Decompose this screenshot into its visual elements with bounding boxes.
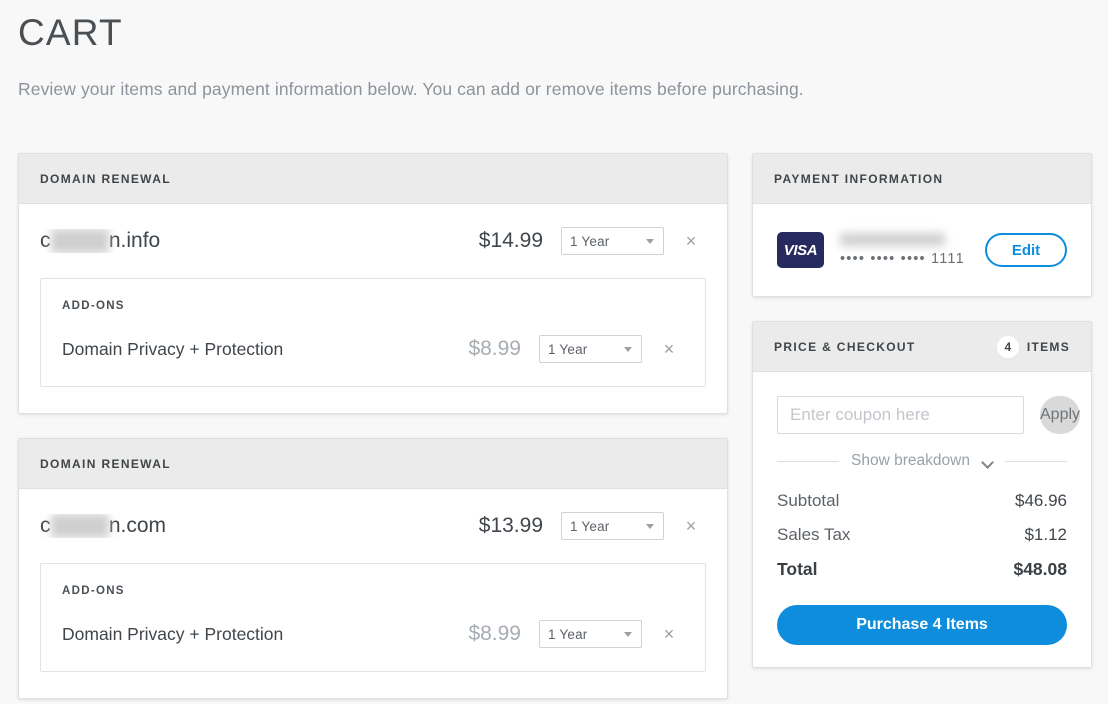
chevron-down-icon (624, 347, 632, 352)
purchase-button[interactable]: Purchase 4 Items (777, 605, 1067, 645)
addon-price: $8.99 (468, 337, 521, 360)
payment-header: PAYMENT INFORMATION (753, 154, 1091, 204)
chevron-down-icon (646, 524, 654, 529)
card-number-masked: •••• •••• •••• 1111 (840, 251, 965, 267)
addon-term-value: 1 Year (548, 626, 588, 642)
cart-item-header: DOMAIN RENEWAL (19, 439, 727, 489)
domain-price: $14.99 (478, 229, 543, 252)
items-count-value: 4 (996, 335, 1019, 358)
domain-name: c n.info (40, 229, 479, 253)
total-value: $48.08 (1013, 559, 1067, 579)
items-badge: 4 ITEMS (996, 335, 1070, 358)
remove-domain-button[interactable]: × (676, 226, 706, 256)
page-subtitle: Review your items and payment informatio… (18, 79, 804, 99)
breakdown-divider-right (1004, 460, 1068, 462)
cart-item-body: c n.com $13.99 1 Year × ADD-ONS Domain P… (19, 489, 727, 672)
domain-row: c n.info $14.99 1 Year × (40, 204, 706, 278)
subtotal-label: Subtotal (777, 491, 840, 510)
close-icon: × (663, 624, 675, 644)
cart-item-card: DOMAIN RENEWAL c n.com $13.99 1 Year × A… (18, 438, 728, 699)
payment-information-card: PAYMENT INFORMATION VISA •••• •••• •••• … (752, 153, 1092, 297)
page-title: CART (18, 12, 123, 53)
coupon-input[interactable] (777, 396, 1024, 434)
close-icon: × (685, 231, 697, 251)
total-row: Total $48.08 (777, 552, 1067, 587)
checkout-header: PRICE & CHECKOUT 4 ITEMS (753, 322, 1091, 372)
domain-name-redacted (50, 229, 109, 253)
remove-addon-button[interactable]: × (654, 619, 684, 649)
cart-item-body: c n.info $14.99 1 Year × ADD-ONS Domain … (19, 204, 727, 387)
edit-payment-button[interactable]: Edit (985, 233, 1067, 267)
cart-items-column: DOMAIN RENEWAL c n.info $14.99 1 Year × (18, 153, 728, 699)
show-breakdown-label: Show breakdown (851, 452, 970, 469)
card-holder-name-redacted (840, 233, 945, 246)
domain-name-prefix: c (40, 514, 51, 537)
domain-name-redacted (50, 514, 109, 538)
domain-name-suffix: n.info (108, 229, 161, 252)
visa-logo-text: VISA (783, 241, 818, 259)
addons-box: ADD-ONS Domain Privacy + Protection $8.9… (40, 278, 706, 387)
domain-name: c n.com (40, 514, 479, 538)
addons-label: ADD-ONS (62, 585, 125, 597)
domain-term-value: 1 Year (570, 518, 610, 534)
cart-item-card: DOMAIN RENEWAL c n.info $14.99 1 Year × (18, 153, 728, 414)
sidebar-column: PAYMENT INFORMATION VISA •••• •••• •••• … (752, 153, 1092, 668)
domain-row: c n.com $13.99 1 Year × (40, 489, 706, 563)
coupon-row: Apply (777, 396, 1081, 434)
domain-term-select[interactable]: 1 Year (561, 512, 664, 540)
subtotal-value: $46.96 (1015, 491, 1067, 510)
close-icon: × (663, 339, 675, 359)
addon-term-select[interactable]: 1 Year (539, 620, 642, 648)
checkout-body: Apply Show breakdown Subtotal $46.96 Sal… (753, 372, 1091, 667)
cart-page: CART Review your items and payment infor… (0, 0, 1108, 704)
price-checkout-card: PRICE & CHECKOUT 4 ITEMS Apply Show brea… (752, 321, 1092, 668)
breakdown-divider-left (777, 460, 840, 462)
subtotal-row: Subtotal $46.96 (777, 484, 1067, 518)
sales-tax-row: Sales Tax $1.12 (777, 518, 1067, 552)
addon-name: Domain Privacy + Protection (62, 623, 284, 644)
total-label: Total (777, 559, 818, 579)
domain-term-select[interactable]: 1 Year (561, 227, 664, 255)
addon-row: Domain Privacy + Protection $8.99 1 Year… (62, 597, 684, 671)
show-breakdown-toggle[interactable]: Show breakdown (777, 452, 1068, 470)
addon-price: $8.99 (468, 622, 521, 645)
cards-spacer (18, 414, 728, 438)
addon-term-select[interactable]: 1 Year (539, 335, 642, 363)
addon-term-value: 1 Year (548, 341, 588, 357)
addon-row: Domain Privacy + Protection $8.99 1 Year… (62, 312, 684, 386)
visa-card-icon: VISA (777, 232, 824, 268)
addons-box: ADD-ONS Domain Privacy + Protection $8.9… (40, 563, 706, 672)
domain-name-prefix: c (40, 229, 51, 252)
cart-item-section-label: DOMAIN RENEWAL (40, 171, 171, 186)
domain-price: $13.99 (478, 514, 543, 537)
card-details: •••• •••• •••• 1111 (840, 233, 985, 267)
chevron-down-icon (646, 239, 654, 244)
domain-term-value: 1 Year (570, 233, 610, 249)
remove-domain-button[interactable]: × (676, 511, 706, 541)
chevron-down-icon (624, 632, 632, 637)
apply-coupon-button[interactable]: Apply (1040, 396, 1081, 434)
payment-body: VISA •••• •••• •••• 1111 Edit (753, 204, 1091, 296)
close-icon: × (685, 516, 697, 536)
remove-addon-button[interactable]: × (654, 334, 684, 364)
addons-label: ADD-ONS (62, 300, 125, 312)
cart-item-section-label: DOMAIN RENEWAL (40, 456, 171, 471)
domain-name-suffix: n.com (108, 514, 167, 537)
chevron-down-icon (982, 458, 993, 465)
sales-tax-label: Sales Tax (777, 525, 851, 544)
cart-item-header: DOMAIN RENEWAL (19, 154, 727, 204)
sales-tax-value: $1.12 (1024, 525, 1067, 544)
addon-name: Domain Privacy + Protection (62, 338, 284, 359)
payment-section-label: PAYMENT INFORMATION (774, 171, 944, 186)
items-count-label: ITEMS (1026, 339, 1070, 354)
checkout-section-label: PRICE & CHECKOUT (774, 339, 916, 354)
